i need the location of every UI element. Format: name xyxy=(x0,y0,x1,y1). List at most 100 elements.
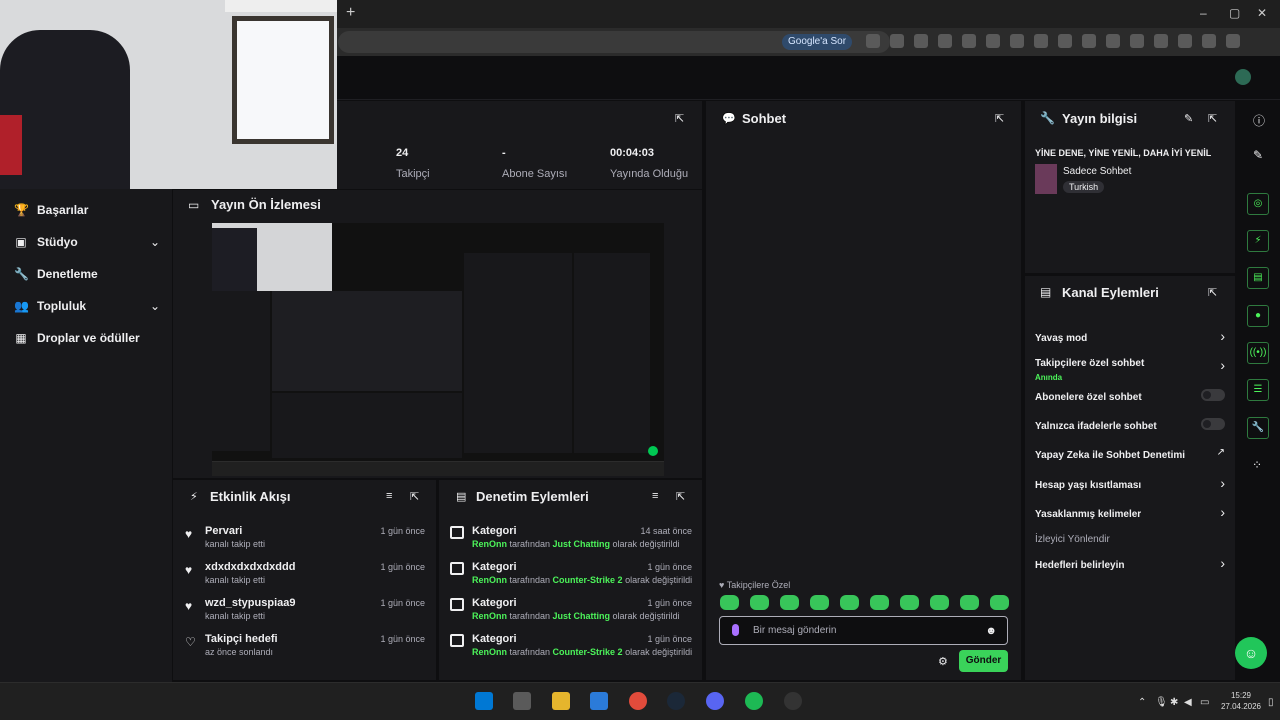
info-icon[interactable]: ⓘ xyxy=(1253,112,1265,129)
notification-icon[interactable]: ▯ xyxy=(1268,697,1274,708)
extension-icon[interactable] xyxy=(938,34,952,48)
extension-icon[interactable] xyxy=(1106,34,1120,48)
task-view-icon[interactable] xyxy=(513,692,531,710)
extension-icon[interactable] xyxy=(962,34,976,48)
extension-icon[interactable] xyxy=(1010,34,1024,48)
category-boxart[interactable] xyxy=(1035,164,1057,194)
emote-icon[interactable] xyxy=(870,595,889,610)
age-restriction-row[interactable]: Hesap yaşı kısıtlaması › xyxy=(1035,475,1225,491)
steam-icon[interactable] xyxy=(667,692,685,710)
star-icon[interactable] xyxy=(866,34,880,48)
close-window-button[interactable]: ✕ xyxy=(1257,6,1267,20)
file-explorer-icon[interactable] xyxy=(552,692,570,710)
new-tab-button[interactable]: + xyxy=(346,5,355,21)
bluetooth-icon[interactable]: ✱ xyxy=(1170,697,1178,708)
emote-icon[interactable] xyxy=(840,595,859,610)
clip-icon[interactable]: ◎ xyxy=(1247,193,1269,215)
menu-icon[interactable] xyxy=(1226,34,1240,48)
avatar[interactable] xyxy=(1235,69,1251,85)
follower-name[interactable]: wzd_stypuspiaa9 xyxy=(205,597,295,609)
speaker-icon[interactable]: ◀ xyxy=(1184,697,1192,708)
broadcast-icon[interactable]: ((•)) xyxy=(1247,342,1269,364)
spotify-icon[interactable] xyxy=(745,692,763,710)
popout-icon[interactable]: ⇱ xyxy=(675,112,684,125)
follower-name[interactable]: Pervari xyxy=(205,525,242,537)
emote-icon[interactable] xyxy=(900,595,919,610)
emote-icon[interactable] xyxy=(750,595,769,610)
chrome-icon[interactable] xyxy=(629,692,647,710)
maximize-button[interactable]: ▢ xyxy=(1229,6,1240,20)
slow-mode-row[interactable]: Yavaş mod › xyxy=(1035,328,1225,344)
extension-icon[interactable] xyxy=(986,34,1000,48)
microphone-icon[interactable] xyxy=(732,624,739,636)
extension-icon[interactable] xyxy=(890,34,904,48)
mod-category[interactable]: Counter-Strike 2 xyxy=(553,647,623,657)
popout-icon[interactable]: ⇱ xyxy=(995,112,1004,125)
extension-icon[interactable] xyxy=(1058,34,1072,48)
download-icon[interactable] xyxy=(1178,34,1192,48)
language-tag[interactable]: Turkish xyxy=(1063,181,1105,193)
emote-chat-toggle[interactable] xyxy=(1201,418,1225,430)
mod-category[interactable]: Just Chatting xyxy=(553,611,611,621)
ai-mod-row[interactable]: Yapay Zeka ile Sohbet Denetimi ↗ xyxy=(1035,447,1225,461)
store-icon[interactable] xyxy=(590,692,608,710)
extension-icon[interactable] xyxy=(1034,34,1048,48)
discord-icon[interactable] xyxy=(706,692,724,710)
mod-user[interactable]: RenOnn xyxy=(472,611,507,621)
mod-user[interactable]: RenOnn xyxy=(472,647,507,657)
pencil-icon[interactable]: ✎ xyxy=(1184,112,1193,125)
chat-bubble-icon[interactable]: ● xyxy=(1247,305,1269,327)
send-button[interactable]: Gönder xyxy=(959,650,1008,672)
sidebar-item-drops[interactable]: ▦ Droplar ve ödüller xyxy=(14,328,160,348)
stream-preview[interactable] xyxy=(212,223,664,476)
system-clock[interactable]: 15:29 27.04.2026 xyxy=(1216,690,1266,712)
mod-category[interactable]: Just Chatting xyxy=(553,539,611,549)
category-name[interactable]: Sadece Sohbet xyxy=(1063,166,1131,177)
popout-icon[interactable]: ⇱ xyxy=(676,490,685,503)
set-goals-row[interactable]: Hedefleri belirleyin › xyxy=(1035,555,1225,571)
popout-icon[interactable]: ⇱ xyxy=(1208,286,1217,299)
network-icon[interactable]: ▭ xyxy=(1200,697,1209,708)
add-action-icon[interactable]: ⁘ xyxy=(1252,458,1262,472)
mod-category[interactable]: Counter-Strike 2 xyxy=(553,575,623,585)
emoji-icon[interactable]: ☻ xyxy=(985,625,997,637)
follower-name[interactable]: xdxdxdxdxdxddd xyxy=(205,561,295,573)
sidebar-item-studio[interactable]: ▣ Stüdyo ⌄ xyxy=(14,232,160,252)
mod-user[interactable]: RenOnn xyxy=(472,575,507,585)
document-icon[interactable]: ▤ xyxy=(1247,267,1269,289)
followers-chat-row[interactable]: Takipçilere özel sohbet Anında › xyxy=(1035,355,1225,383)
extension-icon[interactable] xyxy=(1154,34,1168,48)
pencil-icon[interactable]: ✎ xyxy=(1253,148,1263,162)
sidebar-item-achievements[interactable]: 🏆 Başarılar xyxy=(14,200,160,220)
chat-input[interactable]: Bir mesaj gönderin ☻ xyxy=(719,616,1008,645)
sidebar-item-community[interactable]: 👥 Topluluk ⌄ xyxy=(14,296,160,316)
wrench-icon[interactable]: 🔧 xyxy=(1247,417,1269,439)
windows-start-icon[interactable] xyxy=(475,692,493,710)
profile-icon[interactable] xyxy=(1202,34,1216,48)
banned-words-row[interactable]: Yasaklanmış kelimeler › xyxy=(1035,504,1225,520)
viewer-redirect-row[interactable]: İzleyici Yönlendir xyxy=(1035,531,1225,545)
help-button[interactable]: ☺ xyxy=(1235,637,1267,669)
filter-icon[interactable]: ≡ xyxy=(386,490,392,502)
sidebar-item-moderation[interactable]: 🔧 Denetleme xyxy=(14,264,160,284)
list-icon[interactable]: ☰ xyxy=(1247,379,1269,401)
gear-icon[interactable]: ⚙ xyxy=(938,655,948,668)
emote-icon[interactable] xyxy=(810,595,829,610)
google-ask-button[interactable]: Google'a Sor xyxy=(782,34,853,50)
popout-icon[interactable]: ⇱ xyxy=(1208,112,1217,125)
popout-icon[interactable]: ⇱ xyxy=(410,490,419,503)
emote-icon[interactable] xyxy=(960,595,979,610)
chevron-up-icon[interactable]: ⌃ xyxy=(1138,697,1146,708)
minimize-button[interactable]: – xyxy=(1200,6,1207,20)
emote-icon[interactable] xyxy=(990,595,1009,610)
mod-user[interactable]: RenOnn xyxy=(472,539,507,549)
microphone-icon[interactable]: 🎙 xyxy=(1155,697,1168,708)
emote-icon[interactable] xyxy=(930,595,949,610)
filter-icon[interactable]: ≡ xyxy=(652,490,658,502)
subs-chat-toggle[interactable] xyxy=(1201,389,1225,401)
extension-icon[interactable] xyxy=(1082,34,1096,48)
obs-icon[interactable] xyxy=(784,692,802,710)
emote-icon[interactable] xyxy=(720,595,739,610)
bolt-icon[interactable]: ⚡ xyxy=(1247,230,1269,252)
extension-icon[interactable] xyxy=(914,34,928,48)
